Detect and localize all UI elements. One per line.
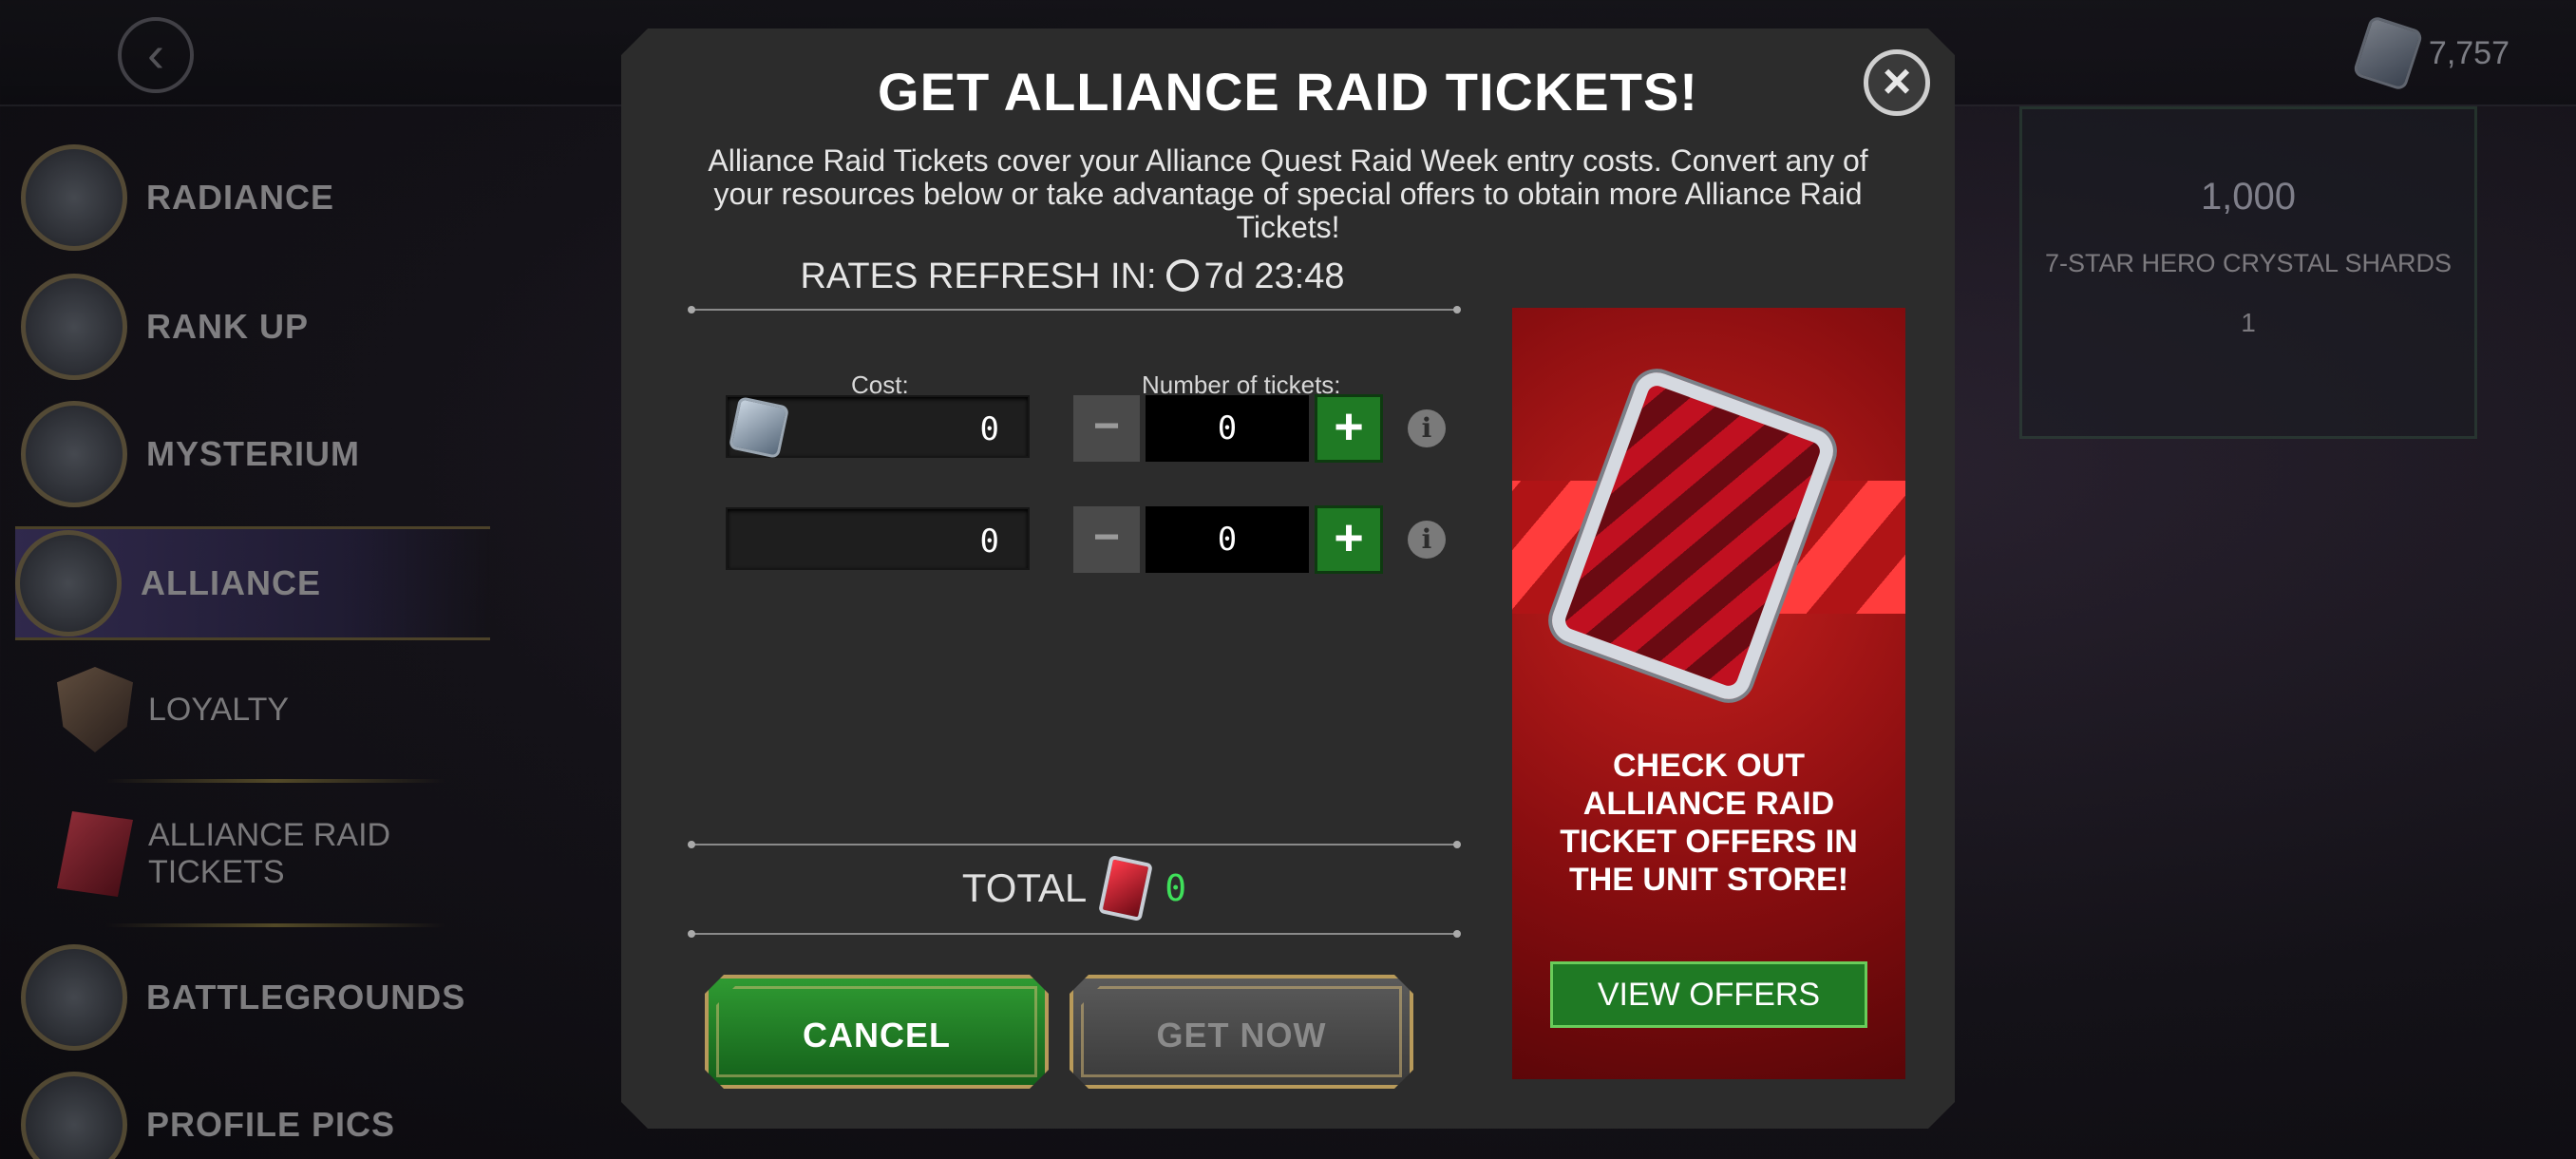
sidebar-item-label: ALLIANCE RAID TICKETS	[148, 817, 391, 890]
back-button[interactable]: ‹	[118, 17, 194, 93]
cost-field: 0	[726, 507, 1030, 570]
rank-up-icon	[21, 274, 127, 380]
sidebar-divider	[104, 923, 446, 927]
sidebar-item-radiance[interactable]: RADIANCE	[21, 141, 496, 255]
mysterium-icon	[21, 401, 127, 507]
ticket-count-field[interactable]: 0	[1146, 395, 1309, 462]
decrement-button[interactable]: −	[1073, 395, 1140, 462]
unit-crystal-icon	[2352, 14, 2424, 92]
modal-title: GET ALLIANCE RAID TICKETS!	[878, 62, 1698, 122]
raid-ticket-icon	[1545, 366, 1840, 706]
increment-button[interactable]: +	[1315, 394, 1383, 463]
cancel-button[interactable]: CANCEL	[705, 975, 1049, 1089]
store-card-amount: 1,000	[2200, 176, 2297, 218]
unit-crystal-icon	[728, 395, 790, 460]
divider	[688, 841, 1461, 848]
sidebar-item-rank-up[interactable]: RANK UP	[21, 270, 496, 384]
divider	[688, 306, 1461, 314]
increment-button[interactable]: +	[1315, 505, 1383, 574]
timer-icon	[1165, 259, 1199, 292]
cost-field: 0	[726, 395, 1030, 460]
currency-display: 7,757	[2352, 14, 2510, 92]
refresh-label: RATES REFRESH IN:	[800, 256, 1157, 296]
cost-value: 0	[979, 410, 999, 448]
radiance-icon	[21, 144, 127, 251]
sidebar-divider	[104, 779, 446, 783]
rates-refresh: RATES REFRESH IN: 7d 23:48	[688, 256, 1457, 297]
store-card-cost: 1	[2241, 308, 2256, 337]
total-value: 0	[1165, 867, 1187, 909]
close-button[interactable]: ×	[1864, 49, 1930, 116]
sidebar-item-alliance[interactable]: ALLIANCE	[15, 526, 490, 640]
sidebar-item-profile-pics[interactable]: PROFILE PICS	[21, 1068, 496, 1159]
battlegrounds-icon	[21, 944, 127, 1051]
divider	[688, 930, 1461, 938]
sidebar-item-label: BATTLEGROUNDS	[146, 978, 466, 1016]
get-now-button[interactable]: GET NOW	[1070, 975, 1413, 1089]
sidebar-item-alliance-raid-tickets[interactable]: ALLIANCE RAID TICKETS	[57, 802, 503, 906]
modal-description: Alliance Raid Tickets cover your Allianc…	[708, 143, 1868, 244]
sidebar-item-label: ALLIANCE	[141, 563, 321, 602]
sidebar-item-label: PROFILE PICS	[146, 1105, 396, 1144]
refresh-time: 7d 23:48	[1203, 256, 1345, 296]
info-icon[interactable]: i	[1408, 409, 1446, 447]
promo-text: CHECK OUT ALLIANCE RAID TICKET OFFERS IN…	[1560, 748, 1858, 898]
raid-ticket-icon	[1098, 854, 1154, 922]
sidebar-item-mysterium[interactable]: MYSTERIUM	[21, 397, 496, 511]
sidebar-item-label: MYSTERIUM	[146, 434, 360, 473]
sidebar-item-battlegrounds[interactable]: BATTLEGROUNDS	[21, 940, 496, 1054]
total-label: TOTAL	[961, 865, 1088, 910]
ticket-count-field[interactable]: 0	[1146, 506, 1309, 573]
view-offers-button[interactable]: VIEW OFFERS	[1550, 961, 1867, 1028]
store-card-name: 7-STAR HERO CRYSTAL SHARDS	[2044, 249, 2453, 277]
sidebar-item-label: LOYALTY	[148, 691, 290, 728]
get-raid-tickets-modal: GET ALLIANCE RAID TICKETS! × Alliance Ra…	[621, 28, 1955, 1129]
raid-ticket-icon	[57, 811, 133, 897]
currency-value: 7,757	[2428, 34, 2510, 71]
cost-value: 0	[979, 522, 999, 560]
profile-pics-icon	[21, 1072, 127, 1159]
sidebar-item-label: RANK UP	[146, 307, 310, 346]
total-row: TOTAL 0	[690, 854, 1459, 922]
sidebar: RADIANCE RANK UP MYSTERIUM ALLIANCE LOYA…	[0, 106, 513, 1159]
promo-panel: CHECK OUT ALLIANCE RAID TICKET OFFERS IN…	[1512, 308, 1905, 1079]
loyalty-icon	[57, 667, 133, 752]
store-card[interactable]: 1,000 7-STAR HERO CRYSTAL SHARDS 1	[2019, 106, 2477, 439]
sidebar-item-label: RADIANCE	[146, 178, 335, 217]
info-icon[interactable]: i	[1408, 521, 1446, 559]
decrement-button[interactable]: −	[1073, 506, 1140, 573]
sidebar-item-loyalty[interactable]: LOYALTY	[57, 657, 503, 762]
alliance-shield-icon	[15, 530, 122, 636]
